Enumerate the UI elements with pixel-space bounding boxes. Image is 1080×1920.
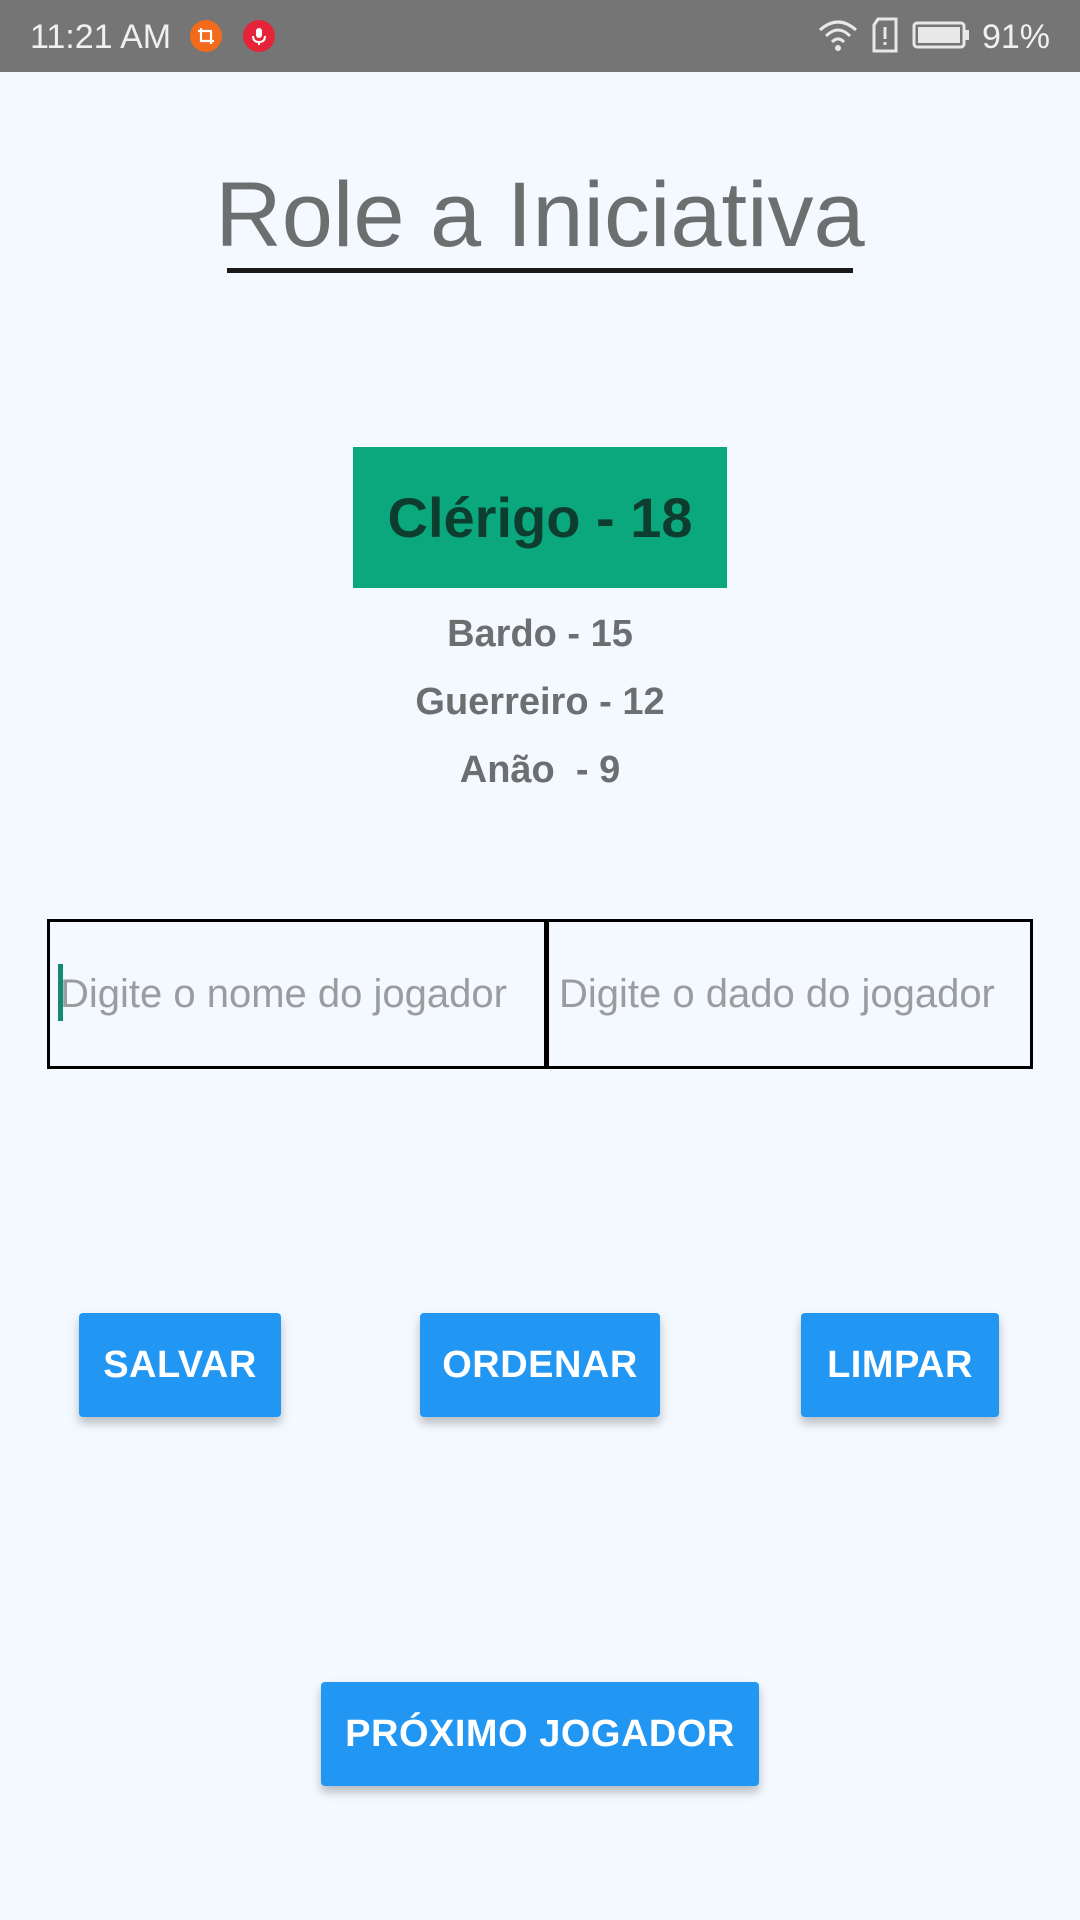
player-name-input[interactable] [47,919,547,1069]
next-player-button[interactable]: PRÓXIMO JOGADOR [321,1682,759,1786]
initiative-queue: Bardo - 15 Guerreiro - 12 Anão - 9 [0,600,1080,804]
mic-icon [243,20,275,52]
title-underline [227,268,853,273]
status-bar: 11:21 AM 91% [0,0,1080,72]
queue-item: Anão - 9 [459,749,621,791]
wifi-icon [818,18,858,57]
battery-percent: 91% [981,18,1050,56]
player-input-row [47,919,1033,1069]
save-button[interactable]: SALVAR [79,1313,281,1417]
player-dice-input[interactable] [547,919,1033,1069]
battery-icon [912,20,970,55]
text-cursor [58,964,63,1021]
status-time: 11:21 AM [30,18,172,56]
queue-item: Guerreiro - 12 [415,681,665,723]
status-right: 91% [818,17,1050,58]
current-player-badge: Clérigo - 18 [353,447,727,588]
page-title: Role a Iniciativa [215,164,865,266]
clear-button[interactable]: LIMPAR [801,1313,999,1417]
crop-icon [190,20,222,52]
sim-alert-icon [870,17,900,58]
queue-item: Bardo - 15 [447,613,633,655]
sort-button[interactable]: ORDENAR [420,1313,660,1417]
